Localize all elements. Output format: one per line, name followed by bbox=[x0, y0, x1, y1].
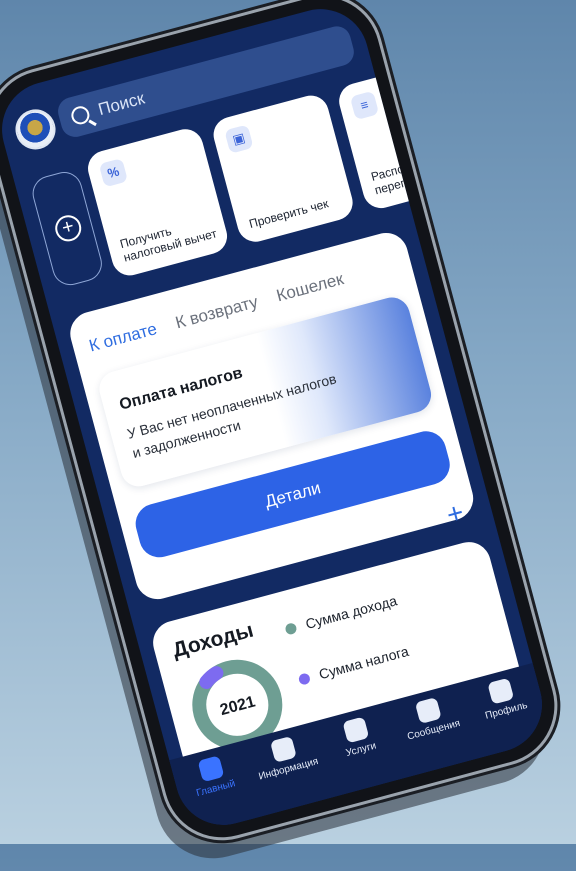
percent-icon: % bbox=[98, 158, 129, 188]
search-placeholder: Поиск bbox=[96, 88, 147, 120]
nav-services[interactable]: Услуги bbox=[319, 710, 396, 764]
profile-icon bbox=[487, 677, 515, 705]
legend-dot-tax bbox=[297, 671, 312, 686]
income-year: 2021 bbox=[218, 693, 257, 719]
plus-circle-icon: + bbox=[52, 212, 85, 245]
legend-tax-sum: Сумма налога bbox=[297, 642, 412, 687]
tab-refund[interactable]: К возврату bbox=[173, 292, 260, 333]
tab-wallet[interactable]: Кошелек bbox=[274, 269, 346, 306]
quick-action-label: Проверить чек bbox=[247, 196, 330, 232]
search-icon bbox=[69, 104, 92, 127]
home-icon bbox=[197, 755, 225, 783]
tab-to-pay[interactable]: К оплате bbox=[87, 319, 159, 356]
phone-frame: Поиск + % Получить налоговый вычет ▣ Про… bbox=[0, 0, 568, 851]
nav-home[interactable]: Главный bbox=[174, 749, 251, 803]
nav-profile[interactable]: Профиль bbox=[464, 671, 541, 725]
quick-action-label: Распорядиться переплатой bbox=[369, 148, 455, 198]
legend-dot-income bbox=[284, 621, 298, 636]
quick-action-tax-deduction[interactable]: % Получить налоговый вычет bbox=[83, 125, 232, 280]
app-screen: Поиск + % Получить налоговый вычет ▣ Про… bbox=[0, 0, 553, 836]
nav-messages[interactable]: Сообщения bbox=[392, 691, 469, 745]
quick-action-label: Получить налоговый вычет bbox=[118, 224, 219, 265]
legend-income-label: Сумма дохода bbox=[303, 592, 399, 633]
legend-tax-label: Сумма налога bbox=[317, 642, 411, 683]
nav-info[interactable]: Информация bbox=[247, 730, 324, 784]
phone: Поиск + % Получить налоговый вычет ▣ Про… bbox=[0, 0, 568, 871]
info-icon bbox=[269, 735, 297, 763]
tax-ring-segment bbox=[199, 666, 224, 690]
tax-service-logo bbox=[11, 104, 61, 154]
document-icon: ≡ bbox=[349, 90, 380, 121]
chat-icon bbox=[414, 697, 442, 724]
grid-icon bbox=[342, 716, 370, 744]
scan-receipt-icon: ▣ bbox=[224, 124, 254, 154]
quick-action-overpayment[interactable]: ≡ Распорядиться переплатой bbox=[335, 57, 483, 213]
tax-card: К оплате К возврату Кошелек Оплата налог… bbox=[65, 228, 479, 605]
legend-income-sum: Сумма дохода bbox=[283, 592, 399, 637]
quick-action-check-receipt[interactable]: ▣ Проверить чек bbox=[209, 91, 357, 246]
